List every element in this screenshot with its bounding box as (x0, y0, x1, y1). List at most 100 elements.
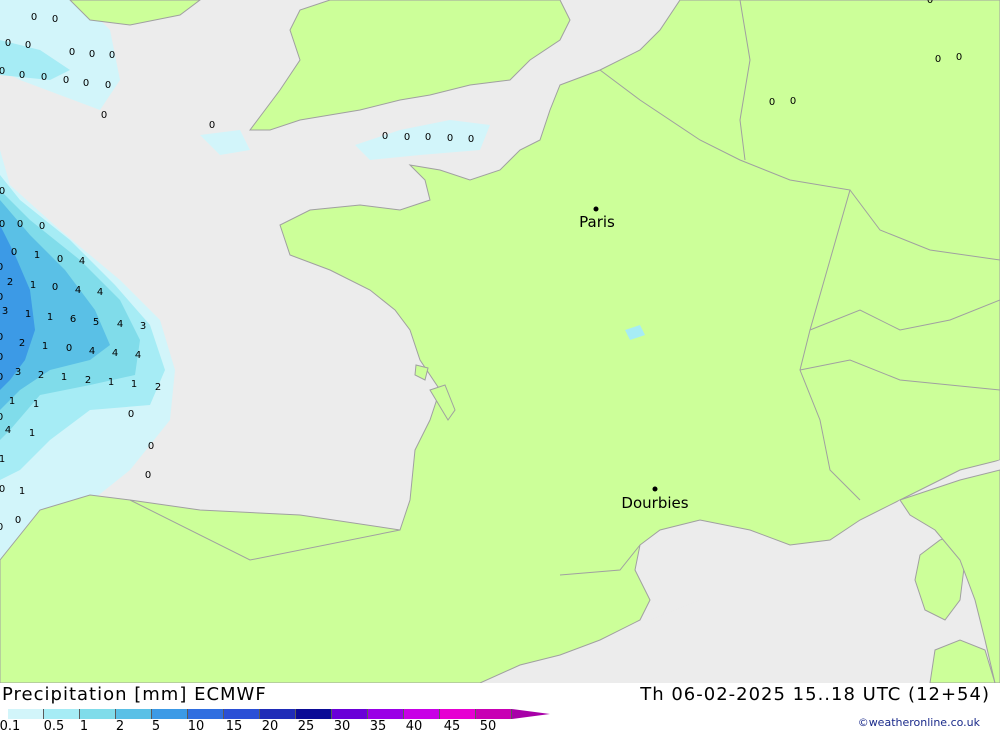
precip-value: 1 (47, 312, 53, 323)
legend-label: 50 (479, 719, 497, 734)
precip-value: 6 (70, 314, 76, 325)
precip-value: 2 (19, 338, 25, 349)
legend-label: 0.1 (0, 719, 21, 734)
dourbies-marker (652, 486, 658, 492)
precip-value: 0 (66, 343, 72, 354)
precip-value: 0 (0, 262, 3, 273)
paris-marker (593, 206, 599, 212)
precip-value: 0 (0, 292, 3, 303)
precip-value: 3 (15, 367, 21, 378)
legend-label: 10 (187, 719, 205, 734)
legend-swatch (44, 709, 80, 719)
precip-value: 0 (425, 132, 431, 143)
precip-value: 0 (0, 522, 3, 533)
dourbies-label: Dourbies (621, 494, 688, 512)
precip-value: 1 (9, 396, 15, 407)
legend-label: 30 (333, 719, 351, 734)
precip-value: 0 (0, 219, 5, 230)
precip-value: 0 (25, 40, 31, 51)
valid-time: Th 06-02-2025 15..18 UTC (12+54) (640, 684, 990, 705)
legend-label: 25 (297, 719, 315, 734)
precip-value: 4 (89, 346, 95, 357)
legend-label: 35 (369, 719, 387, 734)
legend-swatch (260, 709, 296, 719)
precip-value: 0 (956, 52, 962, 63)
precip-value: 0 (39, 221, 45, 232)
precip-value: 4 (117, 319, 123, 330)
legend-label: 15 (225, 719, 243, 734)
credit-text: ©weatheronline.co.uk (857, 716, 980, 729)
legend-swatch (224, 709, 260, 719)
legend-swatch (8, 709, 44, 719)
precip-value: 4 (79, 256, 85, 267)
product-title: Precipitation [mm] ECMWF (2, 684, 267, 705)
precip-value: 0 (17, 219, 23, 230)
legend-label: 0.5 (43, 719, 65, 734)
precip-value: 2 (155, 382, 161, 393)
precip-value: 0 (209, 120, 215, 131)
precip-value: 0 (31, 12, 37, 23)
precip-value: 0 (109, 50, 115, 61)
legend-swatch (80, 709, 116, 719)
precip-value: 0 (63, 75, 69, 86)
precip-value: 1 (0, 454, 5, 465)
precip-value: 1 (30, 280, 36, 291)
precip-value: 1 (25, 309, 31, 320)
precip-value: 0 (11, 247, 17, 258)
precip-value: 0 (57, 254, 63, 265)
precip-value: 0 (52, 14, 58, 25)
precip-value: 0 (41, 72, 47, 83)
legend-arrow (512, 709, 550, 719)
precip-value: 0 (0, 412, 3, 423)
precip-value: 0 (0, 352, 3, 363)
precip-value: 0 (790, 96, 796, 107)
precip-value: 5 (93, 317, 99, 328)
precip-value: 0 (105, 80, 111, 91)
precip-value: 4 (75, 285, 81, 296)
legend-swatch (476, 709, 512, 719)
precip-value: 0 (404, 132, 410, 143)
legend-swatch (368, 709, 404, 719)
precip-value: 1 (42, 341, 48, 352)
legend-swatch (296, 709, 332, 719)
legend-label: 5 (151, 719, 161, 734)
legend-swatch (440, 709, 476, 719)
legend-swatch (332, 709, 368, 719)
precip-value: 1 (19, 486, 25, 497)
precip-value: 0 (19, 70, 25, 81)
precip-value: 0 (0, 372, 3, 383)
precip-value: 1 (33, 399, 39, 410)
precip-value: 0 (83, 78, 89, 89)
precip-value: 4 (5, 425, 11, 436)
legend-labels: 0.1 0.5 1 2 5 10 15 20 25 30 35 40 45 50 (0, 719, 560, 734)
precip-value: 3 (2, 306, 8, 317)
precip-value: 0 (447, 133, 453, 144)
precip-value: 1 (29, 428, 35, 439)
precip-value: 0 (468, 134, 474, 145)
precip-value: 0 (69, 47, 75, 58)
precip-value: 0 (15, 515, 21, 526)
precip-value: 0 (0, 484, 5, 495)
legend-swatch (116, 709, 152, 719)
precip-value: 0 (927, 0, 933, 6)
legend-label: 20 (261, 719, 279, 734)
legend-label: 45 (443, 719, 461, 734)
precip-value: 4 (112, 348, 118, 359)
legend-label: 2 (115, 719, 125, 734)
precip-value: 0 (128, 409, 134, 420)
precip-value: 2 (85, 375, 91, 386)
precip-value: 0 (89, 49, 95, 60)
precip-value: 1 (108, 377, 114, 388)
precip-value: 0 (382, 131, 388, 142)
map-footer: Precipitation [mm] ECMWF Th 06-02-2025 1… (0, 683, 1000, 734)
legend-label: 40 (405, 719, 423, 734)
precip-value: 1 (34, 250, 40, 261)
legend-label: 1 (79, 719, 89, 734)
precip-value: 4 (135, 350, 141, 361)
color-legend (8, 709, 550, 719)
precip-value: 1 (61, 372, 67, 383)
precip-value: 3 (140, 321, 146, 332)
precip-value: 0 (769, 97, 775, 108)
precip-value: 0 (0, 186, 5, 197)
precip-value: 0 (145, 470, 151, 481)
